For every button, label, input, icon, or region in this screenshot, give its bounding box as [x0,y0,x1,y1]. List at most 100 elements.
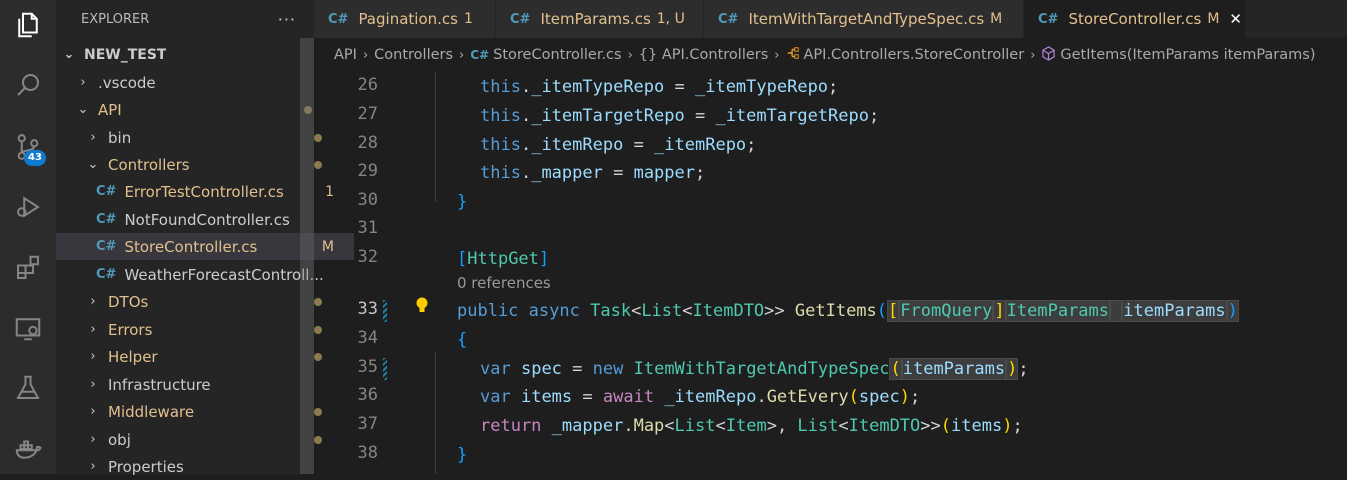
tab-itemwithtargetandtypespec[interactable]: C# ItemWithTargetAndTypeSpec.cs M [704,0,1024,38]
code-line[interactable]: } [457,441,467,470]
code-line[interactable]: { [457,326,467,355]
more-actions-icon[interactable]: ··· [278,10,296,29]
source-control-badge: 43 [24,150,46,166]
code-token: . [520,77,532,97]
code-line[interactable]: var items = await _itemRepo.GetEvery(spe… [480,383,920,412]
code-token: ( [876,301,888,321]
code-line[interactable]: public async Task<List<ItemDTO>> GetItem… [457,297,1239,326]
line-number: 37 [357,414,378,434]
code-token: mapper [633,163,695,183]
code-token: = [623,135,655,155]
code-token: List [797,416,839,436]
code-line[interactable]: var spec = new ItemWithTargetAndTypeSpec… [480,355,1029,384]
code-token: var [480,387,511,407]
remote-icon[interactable] [0,303,56,353]
code-token: { [457,330,468,350]
code-token: ) [1006,358,1019,380]
tab-storecontroller[interactable]: C# StoreController.cs M ✕ [1024,0,1246,38]
breadcrumb-item[interactable]: StoreController.cs [493,47,621,63]
breadcrumb-item[interactable]: {} API.Controllers [639,47,769,63]
code-line[interactable]: this._itemRepo = _itemRepo; [480,131,756,160]
method-icon [1041,45,1056,65]
code-token: ; [868,106,880,126]
code-token: this [480,106,521,126]
breadcrumb-item[interactable]: API [334,47,357,63]
code-editor[interactable]: 26 27 28 29 30 31 32 33 34 35 36 37 38 this._itemTyp… [314,72,1347,474]
line-number: 33 [357,299,378,319]
chevron-right-icon: › [90,404,96,419]
line-number: 31 [357,218,378,238]
codelens-references[interactable]: 0 references [457,274,551,292]
code-token: _mapper [551,416,624,436]
code-token: < [631,301,642,321]
source-control-icon[interactable]: 43 [0,122,56,172]
csharp-file-icon: C# [470,48,490,62]
line-number: 35 [357,357,378,377]
code-line[interactable]: this._itemTargetRepo = _itemTargetRepo; [480,102,879,131]
code-token: _itemRepo [664,387,757,407]
flask-icon[interactable] [0,363,56,413]
chevron-right-icon: › [90,459,96,474]
code-line[interactable]: this._itemTypeRepo = _itemTypeRepo; [480,73,838,102]
lightbulb-icon[interactable] [414,296,430,318]
search-icon[interactable] [0,60,56,110]
tree-item-vscode[interactable]: › .vscode [56,69,334,96]
code-line[interactable]: } [457,188,467,217]
sidebar-scrollbar[interactable] [300,38,314,474]
code-token: ItemDTO [848,416,921,436]
chevron-down-icon: ⌄ [63,47,75,62]
diff-modified-marker[interactable] [383,300,387,322]
close-icon[interactable]: ✕ [1229,10,1242,28]
diff-modified-marker[interactable] [383,358,387,380]
tree-item-label: .vscode [98,73,156,92]
chevron-right-icon: › [774,47,780,63]
tree-item-label: bin [108,128,132,147]
code-token: ; [1012,416,1023,436]
code-token: var [480,359,511,379]
code-line[interactable]: [HttpGet] [457,245,549,274]
code-token: _itemTargetRepo [715,106,869,126]
tree-item-label: API [98,100,122,119]
tree-item-label: Errors [108,320,153,339]
chevron-right-icon: › [627,47,633,63]
breadcrumb-item[interactable]: GetItems(ItemParams itemParams) [1060,47,1315,63]
code-token: } [457,445,468,465]
tab-pagination[interactable]: C# Pagination.cs 1 [314,0,496,38]
chevron-down-icon: ⌄ [87,157,99,172]
code-token: _itemTargetRepo [531,106,685,126]
extensions-icon[interactable] [0,243,56,293]
docker-icon[interactable] [0,424,56,474]
code-token: = [572,387,603,407]
chevron-right-icon: › [90,294,96,309]
code-line[interactable]: return _mapper.Map<List<Item>, List<Item… [480,412,1023,441]
activity-bar: 43 [0,0,56,474]
tree-item-label: DTOs [108,292,149,311]
tree-item-label: Middleware [108,402,195,421]
tree-item-label: Infrastructure [108,375,211,394]
tab-label: StoreController.cs [1068,10,1202,28]
tree-item-api[interactable]: ⌄ API [56,96,334,123]
debug-icon[interactable] [0,182,56,232]
chevron-right-icon: › [1030,47,1036,63]
breadcrumb: API › Controllers › C# StoreController.c… [314,38,1347,72]
chevron-right-icon: › [90,130,96,145]
files-icon[interactable] [0,0,56,50]
class-icon [786,46,800,64]
tab-itemparams[interactable]: C# ItemParams.cs 1, U [496,0,704,38]
tab-status: M [1207,11,1220,27]
line-number: 32 [357,247,378,267]
code-line[interactable]: this._mapper = mapper; [480,159,705,188]
breadcrumb-item[interactable]: Controllers [374,47,453,63]
code-token: ) [1226,300,1239,322]
code-token: = [664,77,695,97]
code-token: ItemDTO [692,301,765,321]
code-token: = [561,359,593,379]
workspace-root[interactable]: ⌄ NEW_TEST [56,41,320,68]
breadcrumb-item[interactable]: API.Controllers.StoreController [804,47,1025,63]
tree-item-label: WeatherForecastControll... [124,265,324,284]
